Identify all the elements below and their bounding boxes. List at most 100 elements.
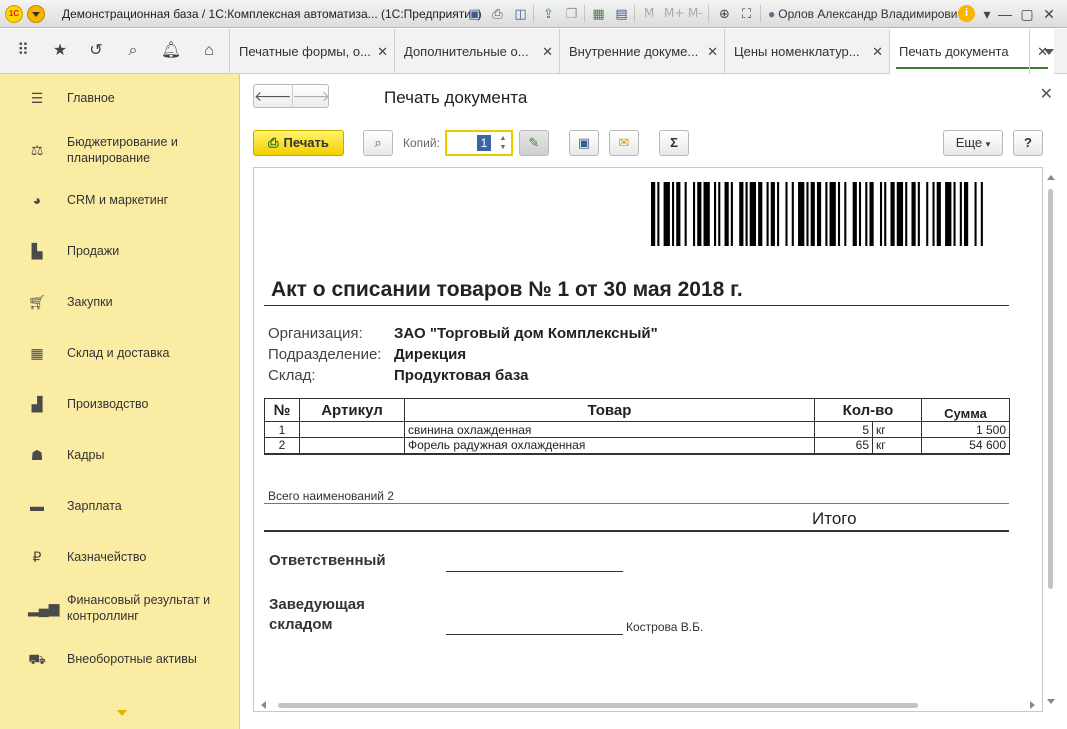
horizontal-scrollbar[interactable]	[253, 699, 1043, 712]
warehouse-icon: ▦	[30, 345, 44, 361]
barcode-bar	[869, 182, 874, 246]
back-arrow-icon[interactable]: 🡐	[254, 85, 292, 107]
notifications-bell-icon[interactable]: 🔔︎	[160, 40, 182, 62]
close-form-icon[interactable]: ✕	[1040, 84, 1053, 104]
tab-additional[interactable]: Дополнительные о... ✕	[394, 29, 559, 74]
floppy-icon: ▣	[577, 135, 591, 150]
preview-button[interactable]: ⌕	[363, 130, 393, 156]
barcode-bar	[672, 182, 675, 246]
main-menu-icon[interactable]	[27, 5, 45, 23]
close-icon[interactable]: ✕	[707, 29, 718, 74]
favorites-star-icon[interactable]: ★	[49, 40, 71, 62]
sidebar-item-budgeting[interactable]: ⚖ Бюджетирование и планирование	[0, 130, 240, 170]
history-icon[interactable]: ↺	[85, 40, 107, 62]
sidebar-item-sales[interactable]: ▙ Продажи	[0, 231, 240, 271]
calendar-icon[interactable]: ▤	[613, 5, 630, 22]
sidebar-item-treasury[interactable]: ₽ Казначейство	[0, 537, 240, 577]
document-title: Акт о списании товаров № 1 от 30 мая 201…	[271, 278, 743, 301]
search-icon[interactable]: ⌕	[122, 40, 144, 62]
tab-item-prices[interactable]: Цены номенклатур... ✕	[724, 29, 889, 74]
sidebar-item-financial-result[interactable]: ▂▄▆ Финансовый результат и контроллинг	[0, 588, 240, 628]
printer-icon[interactable]: ⎙	[489, 5, 506, 22]
open-tabs: Печатные формы, о... ✕ Дополнительные о..…	[229, 29, 1054, 74]
table-header-row: № Артикул Товар Кол-во Сумма	[264, 398, 1010, 422]
copies-value: 1	[477, 135, 491, 151]
vertical-scroll-thumb[interactable]	[1048, 189, 1053, 589]
scroll-up-icon[interactable]	[1047, 171, 1055, 180]
department-label: Подразделение:	[268, 346, 382, 363]
column-header-sum: Сумма	[921, 398, 1010, 422]
row-article	[299, 421, 405, 438]
memory-m-plus-button[interactable]: M+	[664, 6, 684, 20]
tabs-dropdown-button[interactable]	[1029, 29, 1067, 74]
memory-m-button[interactable]: M	[644, 6, 654, 20]
copies-input[interactable]: 1 ▲ ▼	[445, 130, 513, 156]
maximize-button[interactable]: ▢	[1016, 3, 1038, 25]
close-window-button[interactable]: ✕	[1038, 3, 1060, 25]
zoom-icon[interactable]: ⊕	[716, 5, 733, 22]
close-icon[interactable]: ✕	[377, 29, 388, 74]
send-email-button[interactable]: ✉	[609, 130, 639, 156]
responsible-label: Ответственный	[269, 552, 386, 569]
sidebar-item-purchases[interactable]: 🛒︎ Закупки	[0, 282, 240, 322]
row-item: свинина охлажденная	[404, 421, 815, 438]
scroll-left-icon[interactable]	[257, 701, 266, 709]
barcode-bar	[932, 182, 935, 246]
row-quantity: 5	[814, 421, 873, 438]
barcode-bar	[980, 182, 983, 246]
preview-icon[interactable]: ◫	[512, 5, 529, 22]
user-icon: ●	[768, 7, 776, 21]
sidebar-item-production[interactable]: ▟ Производство	[0, 384, 240, 424]
total-label: Итого	[812, 509, 857, 528]
row-sum: 1 500	[921, 421, 1010, 438]
info-icon[interactable]: i	[958, 5, 975, 22]
calculator-icon[interactable]: ▦	[590, 5, 607, 22]
sidebar-item-main[interactable]: ☰ Главное	[0, 78, 240, 118]
edit-document-button[interactable]: ✎	[519, 130, 549, 156]
barcode-bar	[724, 182, 729, 246]
barcode-bar	[663, 182, 670, 246]
column-header-number: №	[264, 398, 300, 422]
scroll-right-icon[interactable]	[1030, 701, 1039, 709]
copies-spinner-icon[interactable]: ▲ ▼	[497, 134, 509, 152]
close-icon[interactable]: ✕	[542, 29, 553, 74]
memory-m-minus-button[interactable]: M-	[688, 6, 703, 20]
tab-bar: ⠿ ★ ↺ ⌕ 🔔︎ ⌂ Печатные формы, о... ✕ Допол…	[0, 29, 1067, 74]
barcode-bar	[693, 182, 696, 246]
save-icon[interactable]: ▣	[466, 5, 483, 22]
sidebar-item-fixed-assets[interactable]: ⛟ Внеоборотные активы	[0, 639, 240, 679]
horizontal-scroll-thumb[interactable]	[278, 703, 918, 708]
save-document-button[interactable]: ▣	[569, 130, 599, 156]
spreadsheet-document[interactable]: Акт о списании товаров № 1 от 30 мая 201…	[253, 167, 1043, 712]
sidebar-item-hr[interactable]: ☗ Кадры	[0, 435, 240, 475]
fullscreen-icon[interactable]: ⛶	[738, 5, 755, 22]
chevron-down-icon: ▾	[985, 139, 991, 149]
sidebar-item-crm[interactable]: ◕ CRM и маркетинг	[0, 180, 240, 220]
sections-grid-icon[interactable]: ⠿	[12, 40, 34, 62]
shopping-cart-icon: 🛒︎	[28, 294, 46, 310]
copy-icon[interactable]: ❐	[563, 5, 580, 22]
tab-internal-docs[interactable]: Внутренние докуме... ✕	[559, 29, 724, 74]
help-button[interactable]: ?	[1013, 130, 1043, 156]
close-icon[interactable]: ✕	[872, 29, 883, 74]
forward-arrow-icon[interactable]: 🡒	[291, 85, 330, 107]
vertical-scrollbar[interactable]	[1044, 167, 1057, 712]
home-icon[interactable]: ⌂	[198, 40, 220, 62]
organization-value: ЗАО "Торговый дом Комплексный"	[394, 325, 658, 342]
sidebar-item-salary[interactable]: ▬ Зарплата	[0, 486, 240, 526]
tab-print-forms[interactable]: Печатные формы, о... ✕	[229, 29, 394, 74]
barcode-bar	[798, 182, 805, 246]
more-button[interactable]: Еще ▾	[943, 130, 1003, 156]
barcode-bar	[936, 182, 941, 246]
scroll-down-icon[interactable]	[1047, 699, 1055, 708]
barcode-bar	[837, 182, 841, 246]
minimize-button[interactable]: —	[994, 3, 1016, 25]
sidebar-scroll-down-icon[interactable]	[117, 710, 127, 721]
print-button[interactable]: ⎙ Печать	[253, 130, 344, 156]
current-user[interactable]: ● Орлов Александр Владимирович	[768, 7, 964, 21]
upload-icon[interactable]: ⇪	[540, 5, 557, 22]
barcode-bar	[945, 182, 952, 246]
sidebar-item-warehouse[interactable]: ▦ Склад и доставка	[0, 333, 240, 373]
sum-button[interactable]: Σ	[659, 130, 689, 156]
magnifier-icon: ⌕	[374, 135, 382, 150]
